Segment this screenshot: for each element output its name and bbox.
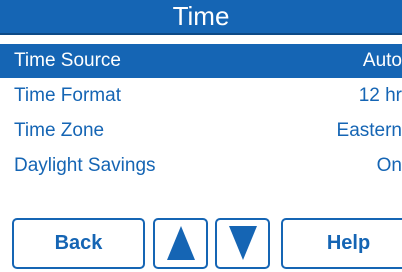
menu-item-value: Eastern	[336, 120, 402, 141]
menu-item-time-source[interactable]: Time Source Auto	[0, 44, 402, 78]
menu-item-label: Daylight Savings	[14, 155, 156, 176]
menu-item-value: Auto	[362, 50, 402, 71]
back-button[interactable]: Back	[12, 218, 145, 269]
down-button[interactable]	[215, 218, 270, 269]
menu-item-time-zone[interactable]: Time Zone Eastern	[0, 114, 402, 148]
menu-item-value: On	[376, 155, 402, 176]
down-arrow-icon	[228, 226, 257, 260]
settings-screen: Time Time Source Auto Time Format 12 hr …	[0, 0, 402, 272]
menu-item-value: 12 hr	[358, 85, 402, 106]
menu-item-label: Time Source	[14, 50, 121, 71]
menu-item-label: Time Format	[14, 85, 121, 106]
title-divider	[0, 33, 402, 35]
menu-item-daylight-savings[interactable]: Daylight Savings On	[0, 149, 402, 183]
page-title: Time	[0, 0, 402, 33]
menu-item-label: Time Zone	[14, 120, 105, 141]
up-button[interactable]	[153, 218, 208, 269]
help-button[interactable]: Help	[281, 218, 402, 269]
up-arrow-icon	[166, 226, 195, 260]
menu-item-time-format[interactable]: Time Format 12 hr	[0, 79, 402, 113]
